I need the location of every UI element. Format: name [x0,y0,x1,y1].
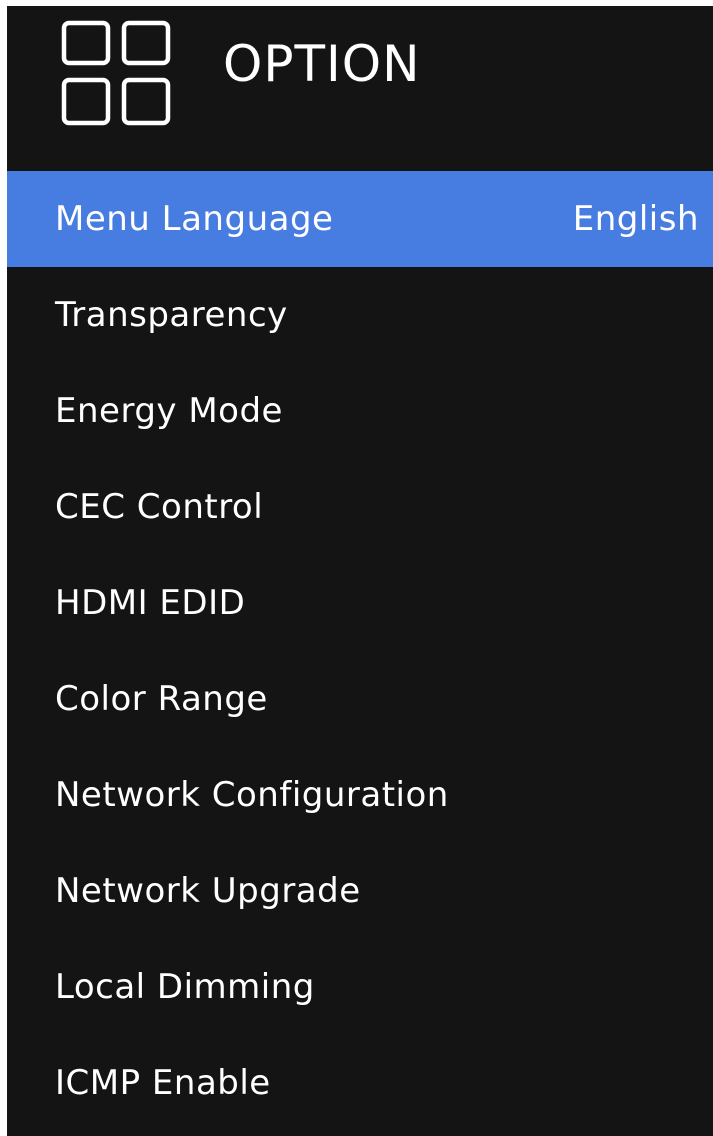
menu-item-menu-language[interactable]: Menu Language English [7,171,713,267]
menu-item-label: CEC Control [55,487,264,527]
menu-item-cec-control[interactable]: CEC Control [7,459,713,555]
menu-item-network-upgrade[interactable]: Network Upgrade [7,843,713,939]
menu-item-label: Energy Mode [55,391,283,431]
menu-item-label: Menu Language [55,199,334,239]
menu-item-label: Local Dimming [55,967,315,1007]
grid-icon [61,20,173,128]
menu-item-local-dimming[interactable]: Local Dimming [7,939,713,1035]
menu-item-label: Network Upgrade [55,871,361,911]
menu-item-label: HDMI EDID [55,583,246,623]
menu-item-energy-mode[interactable]: Energy Mode [7,363,713,459]
menu-item-label: Network Configuration [55,775,449,815]
menu-item-value: English [572,199,699,239]
menu-item-color-range[interactable]: Color Range [7,651,713,747]
menu-item-transparency[interactable]: Transparency [7,267,713,363]
option-menu-list: Menu Language English Transparency Energ… [7,171,713,1131]
menu-header: OPTION [7,6,713,171]
menu-item-icmp-enable[interactable]: ICMP Enable [7,1035,713,1131]
menu-item-label: Color Range [55,679,268,719]
option-menu-panel: OPTION Menu Language English Transparenc… [7,6,713,1136]
page-title: OPTION [223,35,421,93]
menu-item-network-configuration[interactable]: Network Configuration [7,747,713,843]
menu-item-label: Transparency [55,295,288,335]
menu-item-label: ICMP Enable [55,1063,271,1103]
menu-item-hdmi-edid[interactable]: HDMI EDID [7,555,713,651]
